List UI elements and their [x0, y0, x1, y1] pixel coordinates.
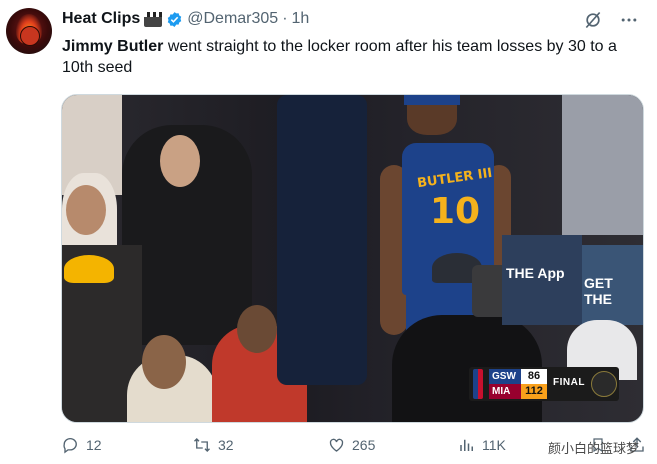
- crowd-face: [66, 185, 106, 235]
- tweet-media[interactable]: BUTLER III 10 THE App GET THE GSW 86 MIA…: [61, 94, 644, 423]
- watermark: 颜小白的篮球梦: [548, 441, 640, 456]
- tweet-top-actions: [583, 10, 639, 30]
- ad-text: THE App: [506, 265, 565, 281]
- like-count: 265: [352, 437, 376, 453]
- like-icon: [329, 438, 344, 452]
- views-count: 11K: [482, 437, 506, 453]
- repost-icon: [194, 438, 210, 452]
- mention-text: Jimmy Butler: [62, 38, 164, 55]
- team1-score: 86: [521, 369, 547, 384]
- views-icon: [460, 439, 473, 451]
- yellow-cap: [64, 255, 114, 283]
- verified-badge-icon[interactable]: [166, 11, 183, 28]
- team2-score: 112: [521, 384, 547, 399]
- clapper-emoji-icon: [144, 11, 163, 27]
- nba-logo-icon: [473, 369, 483, 399]
- ad-text: GET THE: [584, 275, 613, 307]
- display-name[interactable]: Heat Clips: [62, 10, 140, 28]
- reply-count: 12: [86, 437, 102, 453]
- crowd-face: [237, 305, 277, 353]
- player-headband: [404, 95, 460, 105]
- more-icon[interactable]: [619, 10, 639, 30]
- reply-icon: [63, 437, 77, 454]
- jersey-number: 10: [430, 191, 481, 232]
- timestamp[interactable]: 1h: [292, 10, 310, 28]
- grok-icon[interactable]: [583, 10, 603, 30]
- scorebug: GSW 86 MIA 112 FINAL: [469, 367, 619, 401]
- like-button[interactable]: 265: [327, 436, 375, 454]
- views-button[interactable]: 11K: [458, 436, 506, 454]
- crowd-face: [142, 335, 186, 389]
- tnt-sports-logo-icon: [591, 371, 617, 397]
- avatar-ball: [20, 26, 40, 46]
- user-handle[interactable]: @Demar305: [187, 10, 278, 28]
- team1-name: GSW: [489, 369, 522, 384]
- game-status: FINAL: [553, 377, 585, 388]
- repost-count: 32: [218, 437, 234, 453]
- reply-button[interactable]: 12: [62, 436, 102, 454]
- crowd-person: [562, 95, 643, 235]
- suited-person: [277, 95, 367, 385]
- avatar[interactable]: [6, 8, 52, 54]
- tweet-header: Heat Clips @Demar305 · 1h: [62, 8, 309, 30]
- repost-button[interactable]: 32: [192, 436, 234, 454]
- crowd-face: [160, 135, 200, 187]
- team2-name: MIA: [489, 384, 522, 399]
- separator-dot: ·: [282, 10, 288, 27]
- tweet-text: Jimmy Butler went straight to the locker…: [62, 36, 642, 78]
